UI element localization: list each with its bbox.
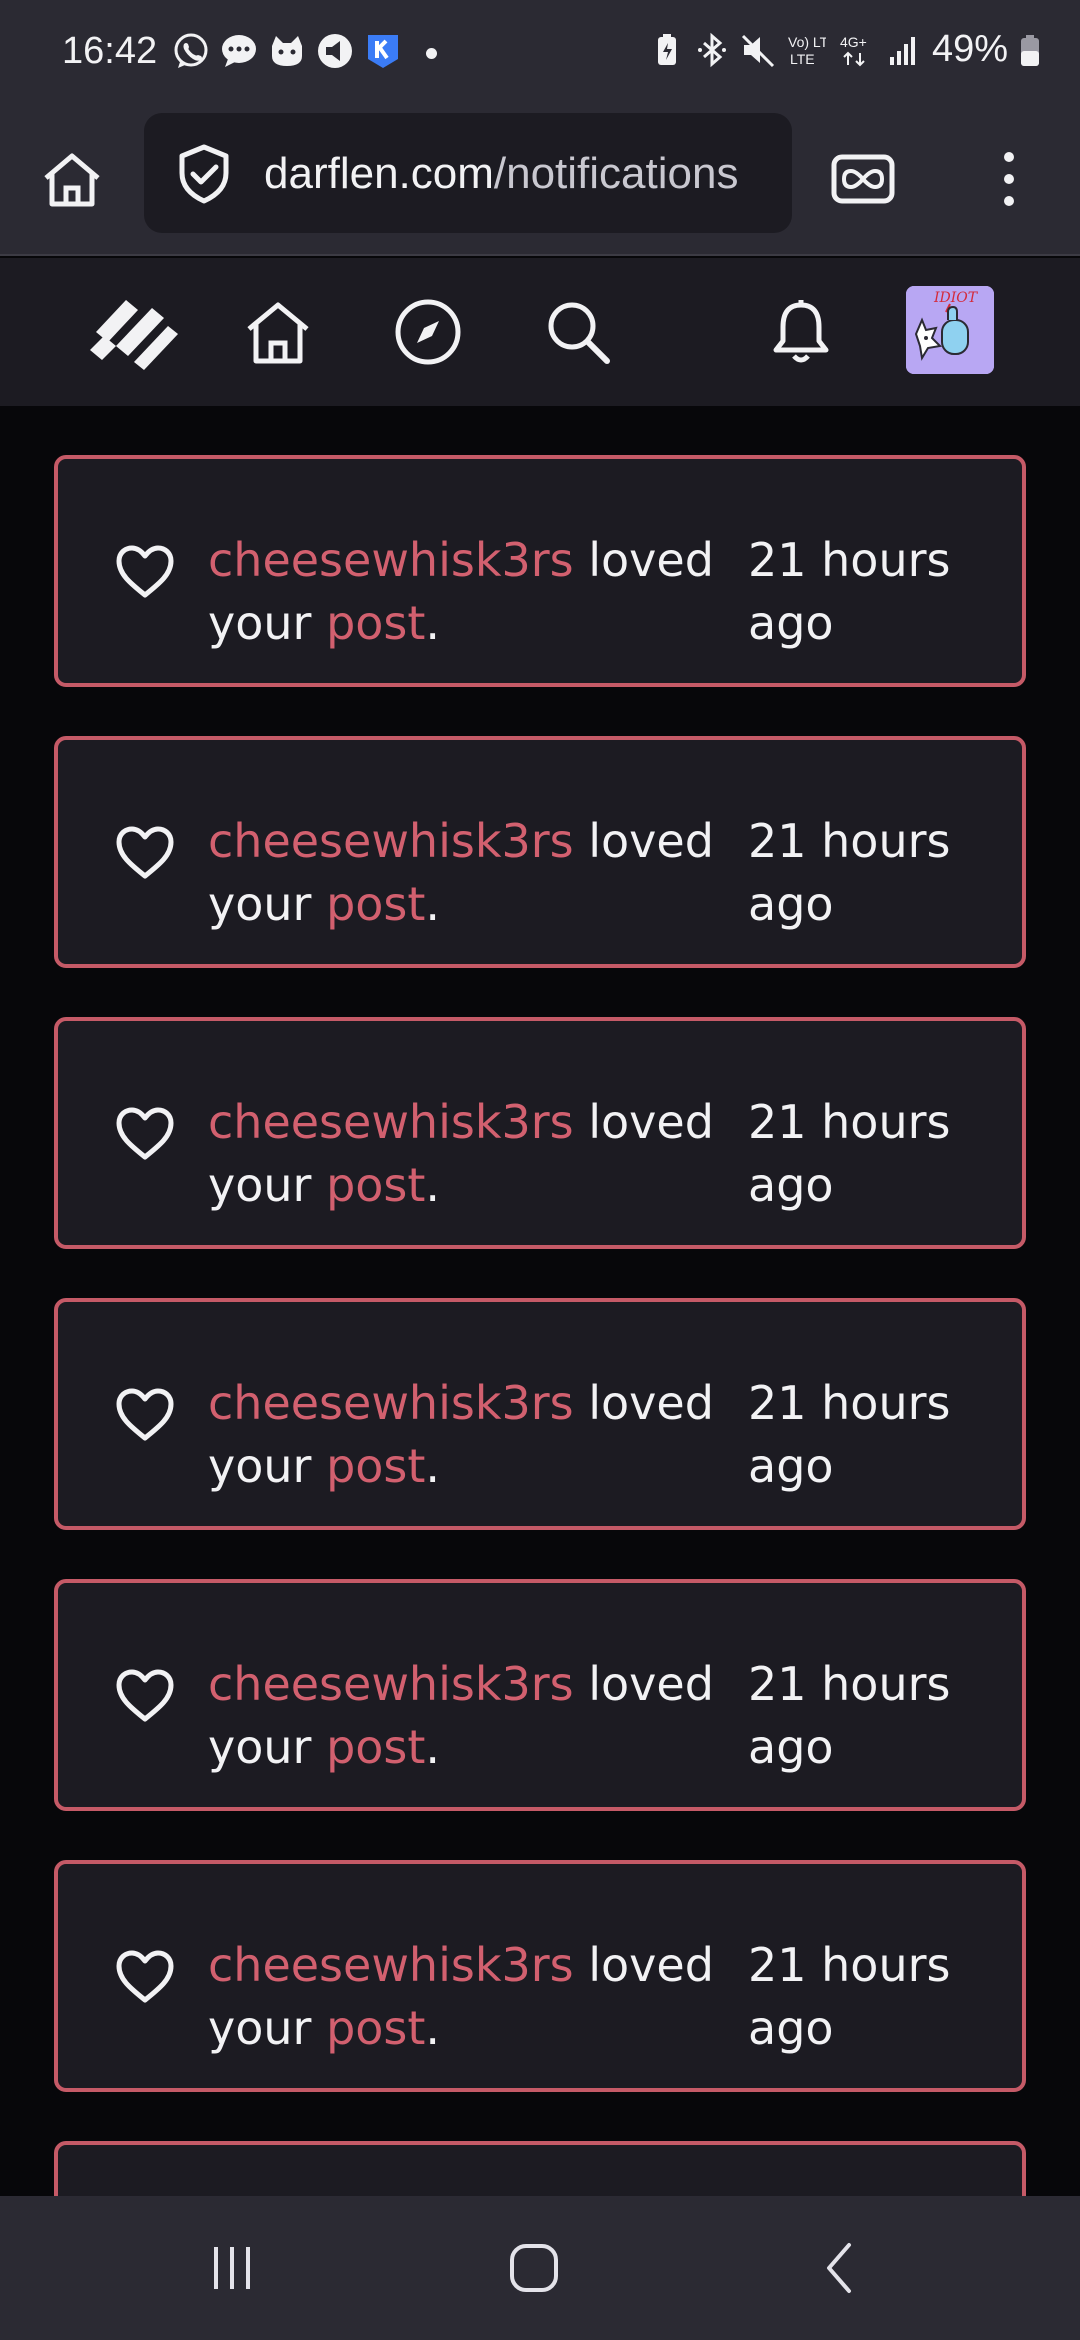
notification-end-text: . — [425, 1158, 441, 1212]
back-button[interactable] — [800, 2236, 880, 2300]
notification-timestamp: 21 hours ago — [748, 1938, 951, 2055]
notification-end-text: . — [425, 596, 441, 650]
battery-icon — [1018, 31, 1042, 69]
darflen-logo[interactable] — [76, 286, 182, 378]
url-text[interactable]: darflen.com/notifications — [264, 149, 738, 199]
battery-saver-icon — [648, 31, 684, 69]
recents-button[interactable] — [192, 2236, 272, 2300]
avatar-image: IDIOT — [906, 286, 994, 374]
notification-end-text: . — [425, 1720, 441, 1774]
notification-post-link[interactable]: post — [326, 596, 425, 650]
svg-text:LTE: LTE — [790, 51, 815, 67]
battery-percent: 49% — [931, 28, 1008, 70]
home-icon — [247, 302, 309, 364]
notification-message: cheesewhisk3rs loved your post. — [208, 810, 728, 936]
mute-icon — [740, 31, 776, 69]
notification-post-link[interactable]: post — [326, 877, 425, 931]
heart-icon — [116, 1388, 174, 1441]
url-domain: darflen.com — [264, 149, 494, 198]
notification-end-text: . — [425, 877, 441, 931]
heart-icon — [116, 826, 174, 879]
notification-timestamp: 21 hours ago — [748, 1376, 951, 1493]
bell-icon — [773, 300, 829, 363]
site-navbar: IDIOT — [0, 258, 1080, 406]
browser-home-button[interactable] — [32, 140, 112, 220]
bluetooth-icon — [694, 31, 730, 69]
nav-notifications-button[interactable] — [755, 286, 847, 378]
notification-card[interactable]: cheesewhisk3rs loved your post.21 hours … — [54, 2141, 1026, 2196]
android-navigation-bar — [0, 2196, 1080, 2340]
cat-app-icon — [268, 32, 306, 70]
notification-icons — [172, 32, 402, 70]
messages-icon — [220, 32, 258, 70]
notification-card[interactable]: cheesewhisk3rs loved your post.21 hours … — [54, 1298, 1026, 1530]
notification-message: cheesewhisk3rs loved your post. — [208, 1091, 728, 1217]
more-notifications-dot — [426, 48, 437, 59]
private-tabs-icon — [831, 154, 895, 204]
notification-username-link[interactable]: cheesewhisk3rs — [208, 1938, 574, 1992]
back-icon — [827, 2243, 851, 2293]
notification-message: cheesewhisk3rs loved your post. — [208, 1934, 728, 2060]
notification-post-link[interactable]: post — [326, 1158, 425, 1212]
notification-post-link[interactable]: post — [326, 1720, 425, 1774]
browser-menu-button[interactable] — [984, 144, 1034, 214]
notification-message: cheesewhisk3rs loved your post. — [208, 1372, 728, 1498]
notification-username-link[interactable]: cheesewhisk3rs — [208, 814, 574, 868]
notification-card[interactable]: cheesewhisk3rs loved your post.21 hours … — [54, 1017, 1026, 1249]
logo-icon — [90, 300, 178, 370]
search-icon — [548, 302, 610, 364]
nav-search-button[interactable] — [532, 286, 624, 378]
heart-icon — [116, 1669, 174, 1722]
nav-home-button[interactable] — [232, 286, 324, 378]
status-bar: 16:42 Vo) LTELTE 4G+ — [0, 0, 1080, 110]
notification-card[interactable]: cheesewhisk3rs loved your post.21 hours … — [54, 455, 1026, 687]
notification-end-text: . — [425, 2001, 441, 2055]
notification-list: cheesewhisk3rs loved your post. 21 hours … — [54, 406, 1026, 2196]
notification-card[interactable]: cheesewhisk3rs loved your post.21 hours … — [54, 1860, 1026, 2092]
url-path: /notifications — [493, 149, 739, 198]
notification-card[interactable]: cheesewhisk3rs loved your post.21 hours … — [54, 1579, 1026, 1811]
notification-username-link[interactable]: cheesewhisk3rs — [208, 1095, 574, 1149]
home-icon — [44, 153, 100, 207]
shield-check-icon[interactable] — [174, 143, 234, 205]
notification-timestamp: 21 hours ago — [748, 533, 951, 650]
podcast-icon — [316, 32, 354, 70]
home-circle-icon — [510, 2244, 558, 2292]
network-4g-label: 4G+ — [840, 34, 867, 50]
url-bar[interactable]: darflen.com/notifications — [144, 113, 792, 233]
heart-icon — [116, 545, 174, 598]
recents-icon — [214, 2247, 250, 2289]
more-vert-icon — [1004, 152, 1014, 206]
nav-explore-button[interactable] — [382, 286, 474, 378]
status-time: 16:42 — [62, 30, 158, 72]
viber-icon — [172, 32, 210, 70]
avatar-caption: IDIOT — [933, 290, 979, 306]
k-app-icon — [364, 32, 402, 70]
notification-end-text: . — [425, 1439, 441, 1493]
notification-message: cheesewhisk3rs loved your post. — [208, 1653, 728, 1779]
volte-icon: Vo) LTELTE — [786, 31, 838, 69]
notification-timestamp: 21 hours ago — [748, 1095, 951, 1212]
notification-timestamp: 21 hours ago — [748, 1657, 951, 1774]
heart-icon — [116, 1107, 174, 1160]
notification-username-link[interactable]: cheesewhisk3rs — [208, 1376, 574, 1430]
notification-post-link[interactable]: post — [326, 2001, 425, 2055]
heart-icon — [116, 1950, 174, 2003]
user-avatar[interactable]: IDIOT — [906, 286, 994, 374]
signal-icon — [886, 31, 922, 69]
notifications-page: cheesewhisk3rs loved your post. 21 hours … — [0, 406, 1080, 2196]
private-tabs-button[interactable] — [828, 144, 898, 214]
volte-label: Vo) LTE — [788, 34, 826, 50]
notification-username-link[interactable]: cheesewhisk3rs — [208, 1657, 574, 1711]
notification-timestamp: 21 hours ago — [748, 814, 951, 931]
compass-icon — [395, 299, 461, 365]
android-home-button[interactable] — [494, 2236, 574, 2300]
notification-message: cheesewhisk3rs loved your post. — [208, 529, 728, 655]
notification-post-link[interactable]: post — [326, 1439, 425, 1493]
browser-toolbar: darflen.com/notifications — [0, 110, 1080, 256]
4g-icon: 4G+ — [836, 31, 876, 69]
notification-card[interactable]: cheesewhisk3rs loved your post.21 hours … — [54, 736, 1026, 968]
system-icons: Vo) LTELTE 4G+ 49% — [648, 28, 1042, 71]
notification-username-link[interactable]: cheesewhisk3rs — [208, 533, 574, 587]
